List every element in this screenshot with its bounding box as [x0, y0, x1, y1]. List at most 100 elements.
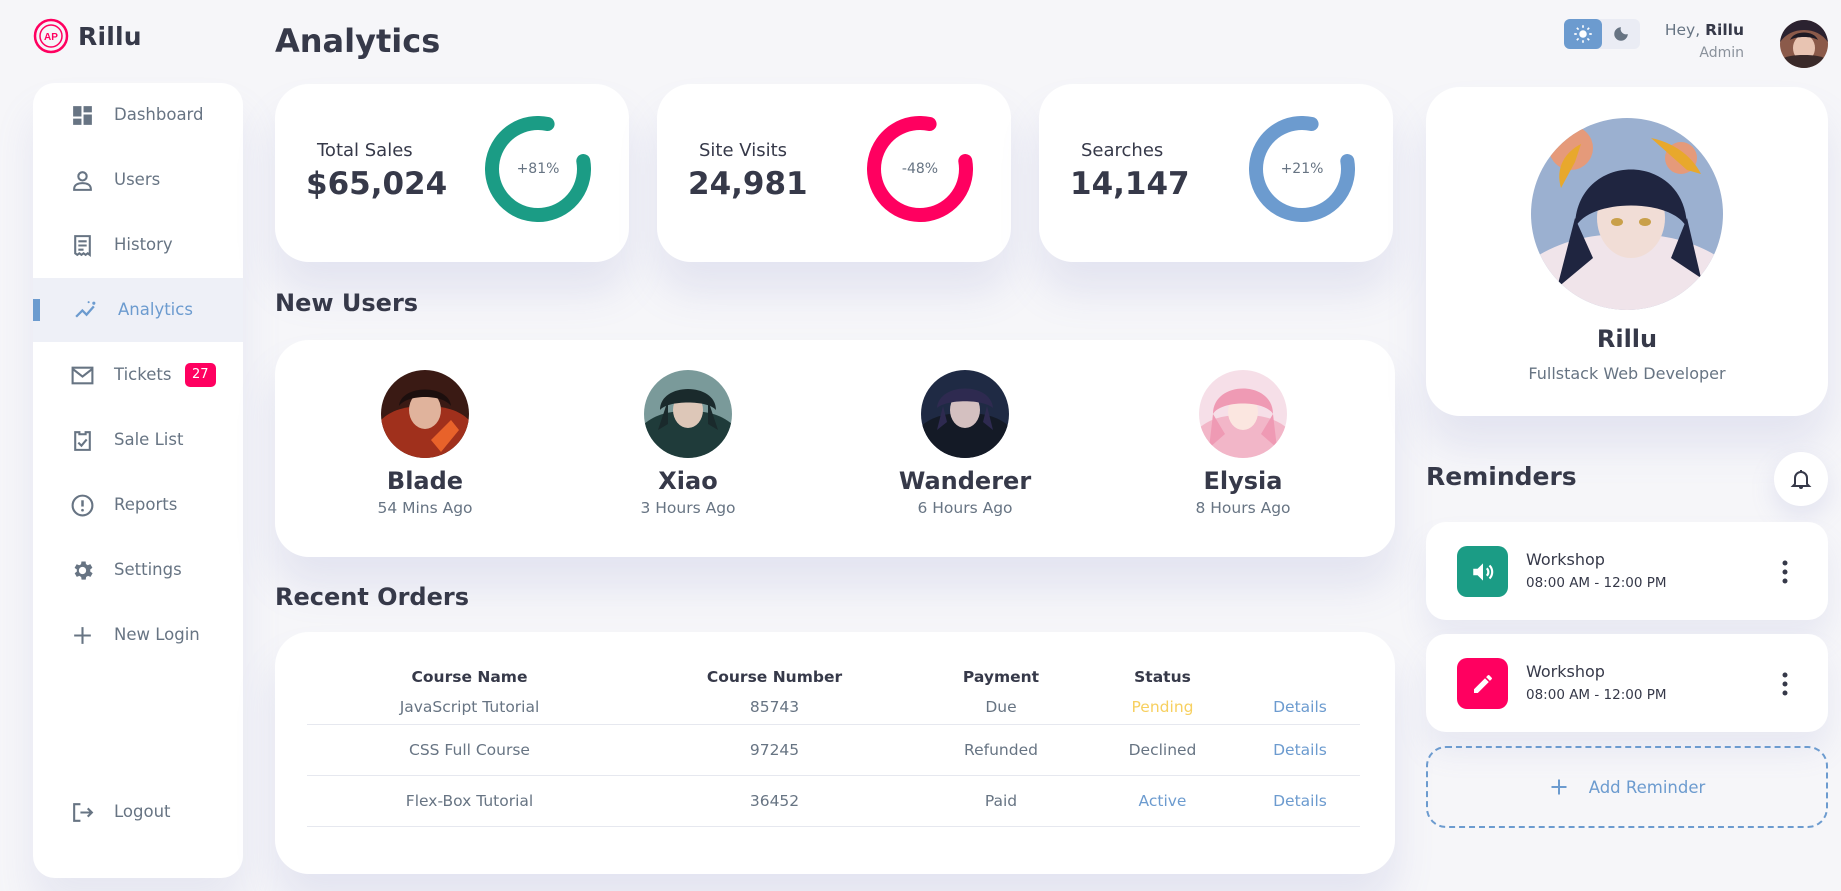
avatar-image: [1780, 20, 1828, 68]
stat-card-site-visits: Site Visits 24,981 -48%: [657, 84, 1011, 262]
profile-card: Rillu Fullstack Web Developer: [1426, 87, 1828, 416]
new-users-title: New Users: [275, 289, 419, 317]
avatar-image: [381, 370, 469, 458]
reminder-icon-box: [1457, 546, 1508, 597]
sidebar-item-settings[interactable]: Settings: [33, 538, 243, 602]
add-reminder-label: Add Reminder: [1588, 777, 1706, 797]
profile-avatar[interactable]: [1531, 118, 1723, 310]
user-time: 54 Mins Ago: [377, 499, 473, 517]
sidebar-item-reports[interactable]: Reports: [33, 473, 243, 537]
stat-label: Searches: [1081, 140, 1164, 161]
more-vertical-icon[interactable]: [1782, 560, 1788, 584]
sidebar-item-label: Logout: [114, 802, 171, 821]
sidebar-item-sale-list[interactable]: Sale List: [33, 408, 243, 472]
new-user-item[interactable]: Elysia 8 Hours Ago: [1143, 370, 1343, 517]
avatar-image: [644, 370, 732, 458]
reminder-item[interactable]: Workshop 08:00 AM - 12:00 PM: [1426, 522, 1828, 620]
column-header: [1240, 663, 1360, 690]
course-name-cell: JavaScript Tutorial: [307, 690, 632, 725]
active-indicator: [33, 299, 40, 321]
column-header: Course Name: [411, 667, 528, 686]
reminder-title: Workshop: [1526, 662, 1605, 681]
sidebar-item-label: New Login: [114, 625, 200, 644]
stat-percent: +21%: [1280, 161, 1324, 177]
brand[interactable]: AP Rillu: [33, 18, 142, 54]
avatar-image: [1531, 118, 1723, 310]
sidebar-item-new-login[interactable]: New Login: [33, 603, 243, 667]
header-avatar[interactable]: [1780, 20, 1828, 68]
status-cell: Declined: [1085, 724, 1240, 776]
sidebar-item-history[interactable]: History: [33, 213, 243, 277]
dark-mode-button[interactable]: [1602, 19, 1640, 49]
add-reminder-button[interactable]: Add Reminder: [1426, 746, 1828, 828]
bell-icon: [1790, 470, 1812, 489]
user-name: Xiao: [658, 467, 718, 495]
profile-name: Rillu: [1596, 325, 1658, 353]
stat-card-searches: Searches 14,147 +21%: [1039, 84, 1393, 262]
light-mode-button[interactable]: [1564, 19, 1602, 49]
column-header: Course Number: [706, 667, 843, 686]
details-link[interactable]: Details: [1240, 775, 1360, 827]
reminder-item[interactable]: Workshop 08:00 AM - 12:00 PM: [1426, 634, 1828, 732]
sidebar-item-label: Dashboard: [114, 105, 204, 124]
sidebar-item-analytics[interactable]: Analytics: [33, 278, 243, 342]
brand-logo-icon: AP: [33, 18, 69, 54]
stat-label: Site Visits: [699, 140, 788, 161]
stat-percent: -48%: [901, 161, 939, 177]
sidebar-item-logout[interactable]: Logout: [33, 780, 243, 844]
reminder-icon-box: [1457, 658, 1508, 709]
sidebar-item-label: Users: [114, 170, 161, 189]
orders-table: Course Name Course Number Payment Status…: [307, 663, 1360, 827]
column-header: Status: [1134, 667, 1191, 686]
notifications-button[interactable]: [1774, 452, 1828, 506]
stat-value: $65,024: [306, 166, 448, 202]
payment-cell: Paid: [917, 775, 1085, 827]
report-icon: [71, 494, 94, 517]
reminder-time: 08:00 AM - 12:00 PM: [1526, 687, 1667, 703]
user-name: Wanderer: [898, 467, 1032, 495]
course-number-cell: 36452: [632, 775, 917, 827]
profile-job-title: Fullstack Web Developer: [1528, 364, 1726, 383]
moon-icon: [1614, 27, 1628, 41]
stat-card-total-sales: Total Sales $65,024 +81%: [275, 84, 629, 262]
user-name: Elysia: [1203, 467, 1283, 495]
theme-toggle[interactable]: [1564, 19, 1640, 49]
user-avatar: [381, 370, 469, 458]
sidebar-item-users[interactable]: Users: [33, 148, 243, 212]
new-user-item[interactable]: Wanderer 6 Hours Ago: [865, 370, 1065, 517]
dashboard-icon: [73, 106, 92, 125]
brand-name: Rillu: [78, 21, 142, 51]
new-user-item[interactable]: Blade 54 Mins Ago: [325, 370, 525, 517]
sidebar-item-label: Settings: [114, 560, 182, 579]
avatar-image: [921, 370, 1009, 458]
sidebar-item-dashboard[interactable]: Dashboard: [33, 83, 243, 147]
page-title: Analytics: [275, 22, 441, 60]
reminders-title: Reminders: [1426, 462, 1577, 491]
user-avatar: [1199, 370, 1287, 458]
user-role: Admin: [1699, 45, 1744, 61]
details-link[interactable]: Details: [1240, 690, 1360, 725]
sidebar-item-tickets[interactable]: Tickets 27: [33, 343, 243, 407]
new-user-item[interactable]: Xiao 3 Hours Ago: [588, 370, 788, 517]
stat-value: 24,981: [688, 166, 808, 202]
edit-icon: [1473, 674, 1492, 693]
plus-icon: [1551, 779, 1567, 795]
course-number-cell: 97245: [632, 724, 917, 776]
person-icon: [73, 171, 92, 191]
header-profile-info: Hey, Rillu Admin: [1640, 21, 1744, 61]
status-cell: Active: [1085, 775, 1240, 827]
payment-cell: Refunded: [917, 724, 1085, 776]
new-users-card: Blade 54 Mins Ago Xiao 3 Hours Ago Wande…: [275, 340, 1395, 557]
payment-cell: Due: [917, 690, 1085, 725]
sidebar-item-label: Tickets: [114, 365, 172, 384]
sidebar-item-label: History: [114, 235, 173, 254]
avatar-image: [1199, 370, 1287, 458]
receipt-icon: [74, 235, 91, 257]
recent-orders-card: Course Name Course Number Payment Status…: [275, 632, 1395, 874]
gear-icon: [74, 561, 93, 580]
details-link[interactable]: Details: [1240, 724, 1360, 776]
more-vertical-icon[interactable]: [1782, 672, 1788, 696]
sidebar-item-label: Analytics: [118, 300, 193, 319]
insights-icon: [75, 301, 96, 318]
stat-label: Total Sales: [317, 140, 413, 161]
